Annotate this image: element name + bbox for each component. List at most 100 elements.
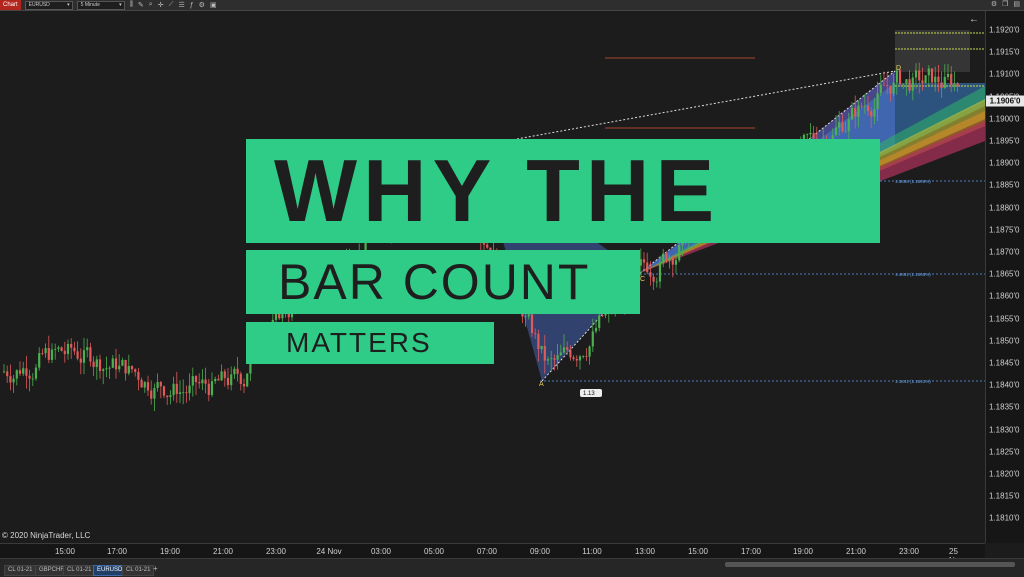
interval-select[interactable]: 5 Minute ▾	[76, 0, 125, 10]
candle-body	[585, 356, 588, 357]
candle-body	[886, 85, 889, 86]
candle-body	[844, 130, 847, 132]
candle-body	[86, 347, 89, 351]
candle-body	[166, 395, 169, 398]
price-tick: 1.1835'0	[989, 402, 1020, 412]
candle-body	[204, 379, 207, 384]
time-tick: 19:00	[159, 547, 181, 556]
candle-body	[572, 357, 575, 359]
candle-body	[28, 375, 31, 379]
candle-body	[882, 84, 886, 86]
pattern-label-d: D	[896, 65, 901, 72]
candle-body	[598, 315, 601, 328]
time-tick: 05:00	[423, 547, 445, 556]
price-tick: 1.1850'0	[989, 336, 1020, 346]
candle-body	[594, 327, 598, 332]
candle-body	[143, 382, 146, 388]
candle-body	[201, 379, 204, 384]
arrow-left-icon[interactable]: ←	[969, 14, 979, 25]
candle-body	[649, 272, 652, 277]
add-tab-icon[interactable]: +	[153, 564, 158, 573]
zoom-icon[interactable]: ⌕	[149, 1, 153, 9]
draw-tool-icon[interactable]: ⟋	[169, 1, 174, 9]
candle-body	[671, 258, 674, 265]
candle-body	[838, 122, 841, 128]
candle-body	[102, 369, 105, 371]
title-banner-3: MATTERS	[246, 322, 494, 364]
candle-body	[566, 347, 569, 350]
candle-body	[60, 347, 63, 351]
candle-body	[191, 376, 194, 386]
indicator-icon[interactable]: ƒ	[190, 2, 194, 9]
price-tick: 1.1875'0	[989, 225, 1020, 235]
copy-icon[interactable]: ❐	[1002, 0, 1008, 8]
strategy-icon[interactable]: ⚙	[199, 1, 205, 9]
candle-body	[105, 368, 108, 370]
price-tick: 1.1815'0	[989, 491, 1020, 501]
candle-body	[524, 316, 527, 318]
window-controls: ⚙ ❐ ▤	[991, 0, 1020, 8]
candle-body	[930, 68, 934, 83]
list-icon[interactable]: ☰	[178, 1, 184, 9]
candle-body	[534, 332, 537, 334]
candle-body	[582, 356, 585, 357]
candle-body	[70, 343, 73, 348]
title-banner-1: WHY THE	[246, 139, 880, 243]
crosshair-icon[interactable]: ✛	[158, 1, 164, 9]
instrument-tab[interactable]: CL 01-21	[122, 565, 155, 576]
candle-body	[146, 382, 150, 391]
bars-icon[interactable]: ⫼	[130, 1, 133, 9]
candle-body	[678, 244, 681, 261]
instrument-tab[interactable]: CL 01-21	[4, 565, 37, 576]
candle-body	[153, 388, 156, 399]
candle-body	[674, 260, 678, 265]
time-axis[interactable]: 15:00 17:00 19:00 21:00 23:00 24 Nov 03:00 05:0…	[0, 543, 985, 565]
price-axis[interactable]: 1.1920'01.1915'01.1910'01.1905'01.1900'0…	[985, 11, 1024, 543]
candle-body	[559, 352, 562, 356]
candle-body	[194, 376, 198, 383]
candle-body	[15, 370, 18, 379]
candle-body	[943, 77, 946, 88]
candle-body	[217, 378, 220, 381]
candle-body	[182, 392, 185, 394]
candle-body	[239, 373, 242, 384]
title-line-3: MATTERS	[286, 327, 432, 358]
price-tick: 1.1890'0	[989, 158, 1020, 168]
horizontal-scrollbar[interactable]	[725, 562, 1015, 567]
time-tick: 03:00	[370, 547, 392, 556]
fib-label-3: 1.1841 (1.1841%)	[895, 379, 931, 384]
pencil-icon[interactable]: ✎	[138, 1, 144, 9]
instrument-tab[interactable]: CL 01-21	[63, 565, 96, 576]
candle-body	[953, 83, 956, 85]
candle-body	[38, 353, 41, 368]
candle-body	[57, 347, 60, 349]
gear-icon[interactable]: ⚙	[991, 0, 997, 8]
candle-body	[537, 333, 540, 350]
candle-body	[134, 369, 137, 372]
price-tick: 1.1910'0	[989, 69, 1020, 79]
props-icon[interactable]: ▤	[1013, 0, 1020, 8]
chart-toolbar: Chart EURUSD ▾ 5 Minute ▾ ⫼ ✎ ⌕ ✛ ⟋ ☰ ƒ ⚙ …	[0, 0, 1024, 11]
candle-body	[47, 348, 50, 360]
candle-body	[54, 348, 57, 350]
candle-body	[214, 378, 217, 382]
trade-icon[interactable]: ▣	[210, 1, 217, 9]
candle-body	[25, 368, 28, 376]
title-banner-2: BAR COUNT	[246, 250, 640, 314]
chart-tab[interactable]: Chart	[0, 0, 21, 10]
time-tick: 19:00	[792, 547, 814, 556]
candle-body	[857, 105, 860, 117]
candle-body	[220, 371, 223, 381]
candle-body	[118, 365, 121, 370]
candle-body	[6, 371, 9, 377]
candle-body	[908, 79, 911, 91]
candle-body	[665, 253, 668, 261]
candle-body	[911, 77, 914, 91]
candle-body	[905, 79, 908, 84]
fib-label-1: 1.5888 (1.1886%)	[895, 179, 931, 184]
price-tick: 1.1825'0	[989, 447, 1020, 457]
candle-body	[246, 373, 249, 387]
price-tick: 1.1840'0	[989, 380, 1020, 390]
title-line-2: BAR COUNT	[278, 254, 591, 310]
instrument-select[interactable]: EURUSD ▾	[24, 0, 73, 10]
